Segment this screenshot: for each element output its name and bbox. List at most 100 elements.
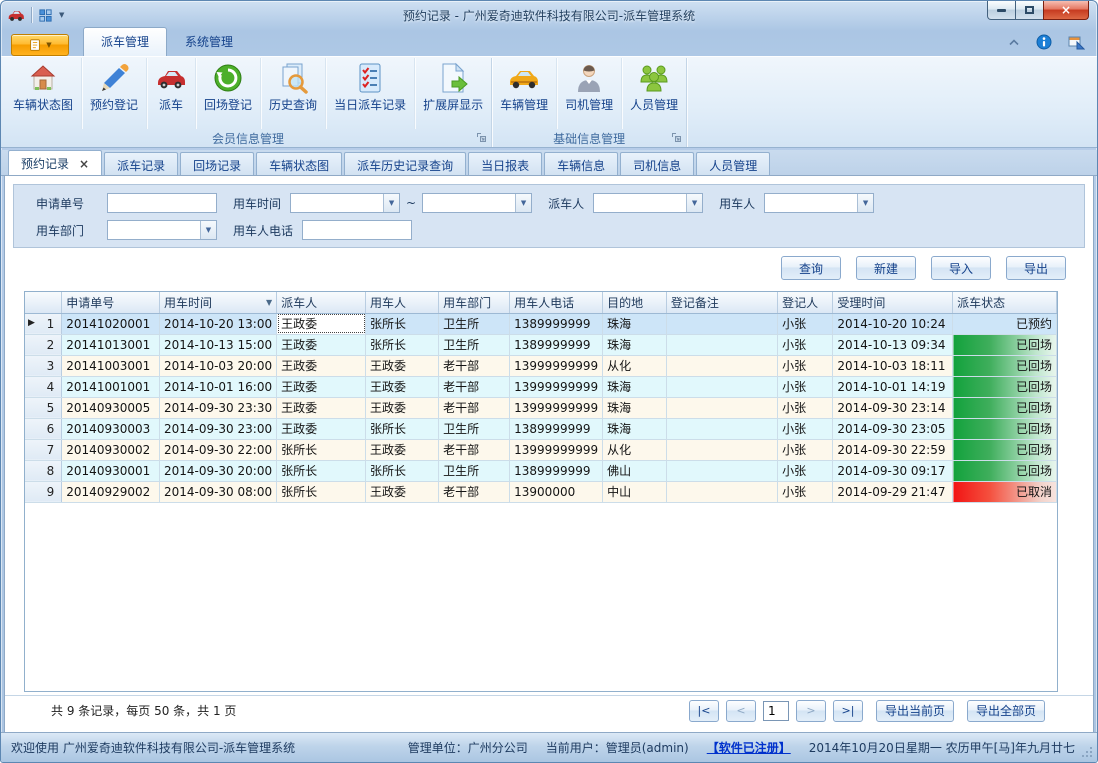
row-indicator-cell[interactable]: ▶1 [25,313,62,334]
column-header[interactable]: 登记人 [778,292,833,313]
document-tab[interactable]: 当日报表 [468,152,542,175]
data-cell[interactable]: 张所长 [277,460,366,481]
data-cell[interactable]: 2014-10-13 09:34 [833,334,953,355]
dialog-launcher-icon[interactable] [476,132,487,143]
ribbon-button[interactable]: 预约登记 [81,58,146,129]
data-cell[interactable]: 2014-09-30 23:05 [833,418,953,439]
data-cell[interactable]: 卫生所 [439,334,510,355]
data-cell[interactable]: 张所长 [366,418,439,439]
data-cell[interactable]: 老干部 [439,397,510,418]
status-cell[interactable]: 已预约 [953,313,1057,334]
maximize-button[interactable] [1015,1,1044,20]
data-cell[interactable]: 王政委 [277,376,366,397]
column-header[interactable]: 用车时间▼ [159,292,276,313]
data-cell[interactable]: 卫生所 [439,460,510,481]
row-indicator-cell[interactable]: 7 [25,439,62,460]
data-cell[interactable]: 2014-10-20 10:24 [833,313,953,334]
column-header[interactable]: 用车部门 [439,292,510,313]
data-cell[interactable]: 老干部 [439,376,510,397]
data-cell[interactable]: 从化 [603,439,667,460]
data-cell[interactable]: 小张 [778,313,833,334]
data-cell[interactable]: 13999999999 [510,355,603,376]
column-header[interactable]: 申请单号 [62,292,160,313]
filter-text-input[interactable] [107,193,217,213]
resize-grip-icon[interactable] [1081,746,1094,759]
data-cell[interactable]: 2014-09-30 23:00 [159,418,276,439]
ribbon-button[interactable]: 扩展屏显示 [414,58,491,129]
data-cell[interactable]: 1389999999 [510,418,603,439]
data-cell[interactable]: 老干部 [439,355,510,376]
ribbon-button[interactable]: 回场登记 [195,58,260,129]
qat-dropdown-arrow-icon[interactable]: ▼ [59,11,64,19]
ribbon-button[interactable]: 车辆管理 [492,58,556,129]
data-cell[interactable]: 20140930005 [62,397,160,418]
data-cell[interactable]: 佛山 [603,460,667,481]
data-cell[interactable]: 1389999999 [510,313,603,334]
data-cell[interactable]: 小张 [778,334,833,355]
data-cell[interactable] [666,397,777,418]
minimize-button[interactable] [987,1,1016,20]
ribbon-button[interactable]: 人员管理 [621,58,686,129]
data-cell[interactable]: 张所长 [366,460,439,481]
data-cell[interactable]: 珠海 [603,376,667,397]
data-cell[interactable]: 2014-10-03 18:11 [833,355,953,376]
data-cell[interactable]: 13999999999 [510,397,603,418]
row-indicator-cell[interactable]: 3 [25,355,62,376]
data-cell[interactable]: 王政委 [366,376,439,397]
dropdown-arrow-icon[interactable]: ▼ [857,194,873,212]
ribbon-button[interactable]: 当日派车记录 [325,58,414,129]
data-cell[interactable]: 小张 [778,460,833,481]
data-cell[interactable]: 13999999999 [510,439,603,460]
data-cell[interactable]: 王政委 [277,334,366,355]
column-filter-icon[interactable]: ▼ [266,298,272,307]
info-icon[interactable] [1036,34,1052,50]
data-cell[interactable]: 20140930002 [62,439,160,460]
status-cell[interactable]: 已回场 [953,460,1057,481]
data-cell[interactable]: 20141013001 [62,334,160,355]
ribbon-button[interactable]: 派车 [146,58,195,129]
data-cell[interactable]: 20140929002 [62,481,160,502]
column-header[interactable]: 派车状态 [953,292,1057,313]
column-header[interactable]: 用车人电话 [510,292,603,313]
data-cell[interactable]: 2014-09-30 22:00 [159,439,276,460]
data-cell[interactable] [666,376,777,397]
status-cell[interactable]: 已回场 [953,355,1057,376]
export-all-pages-button[interactable]: 导出全部页 [967,700,1045,722]
data-cell[interactable]: 20141001001 [62,376,160,397]
data-cell[interactable]: 2014-10-13 15:00 [159,334,276,355]
layout-icon[interactable] [38,8,53,23]
document-tab[interactable]: 车辆状态图 [256,152,342,175]
action-button-导入[interactable]: 导入 [931,256,991,280]
data-cell[interactable]: 13900000 [510,481,603,502]
prev-page-button[interactable]: < [726,700,756,722]
data-cell[interactable] [666,481,777,502]
data-cell[interactable]: 20140930001 [62,460,160,481]
dropdown-arrow-icon[interactable]: ▼ [200,221,216,239]
data-cell[interactable]: 2014-10-01 16:00 [159,376,276,397]
document-tab[interactable]: 派车记录 [104,152,178,175]
filter-combo[interactable]: ▼ [107,220,217,240]
data-cell[interactable]: 张所长 [277,481,366,502]
column-header[interactable]: 用车人 [366,292,439,313]
ribbon-button[interactable]: 司机管理 [556,58,621,129]
row-indicator-cell[interactable]: 5 [25,397,62,418]
close-tab-icon[interactable]: × [79,159,89,169]
data-cell[interactable]: 2014-09-29 21:47 [833,481,953,502]
document-tab[interactable]: 派车历史记录查询 [344,152,466,175]
document-tab[interactable]: 司机信息 [620,152,694,175]
data-cell[interactable]: 张所长 [366,313,439,334]
data-cell[interactable]: 小张 [778,481,833,502]
status-cell[interactable]: 已回场 [953,376,1057,397]
data-cell[interactable]: 小张 [778,418,833,439]
data-cell[interactable]: 2014-09-30 23:14 [833,397,953,418]
data-cell[interactable]: 2014-09-30 22:59 [833,439,953,460]
data-cell[interactable]: 20140930003 [62,418,160,439]
title-bar[interactable]: ▼ 预约记录 - 广州爱奇迪软件科技有限公司-派车管理系统 × [1,1,1097,29]
first-page-button[interactable]: |< [689,700,719,722]
row-indicator-cell[interactable]: 2 [25,334,62,355]
data-cell[interactable]: 小张 [778,376,833,397]
filter-combo[interactable]: ▼ [422,193,532,213]
data-cell[interactable]: 1389999999 [510,334,603,355]
data-cell[interactable]: 20141020001 [62,313,160,334]
data-cell[interactable]: 珠海 [603,397,667,418]
